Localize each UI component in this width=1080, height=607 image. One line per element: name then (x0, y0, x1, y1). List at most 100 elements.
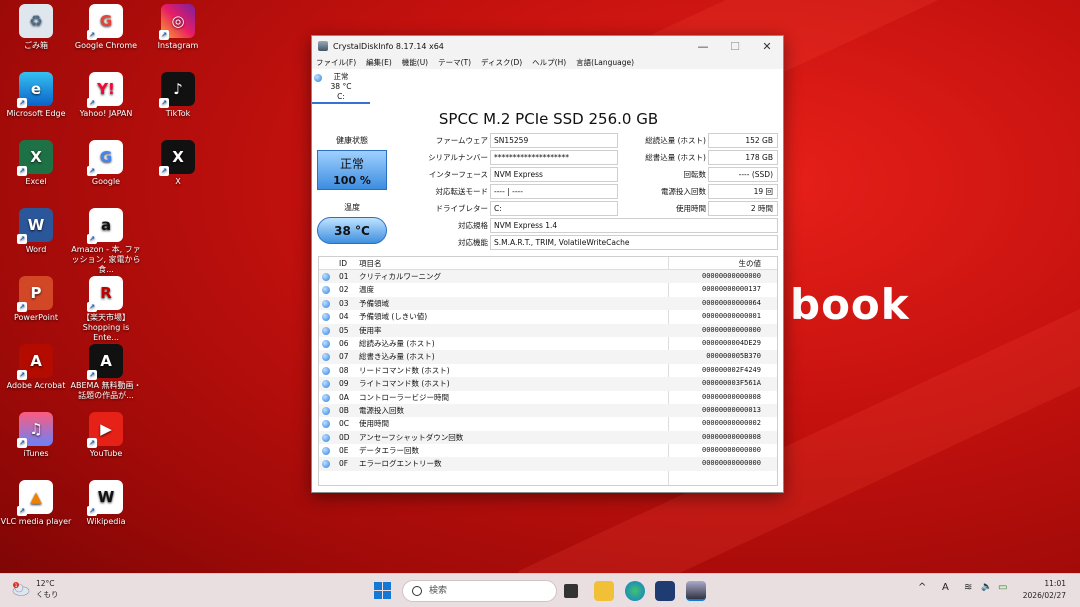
desktop-shortcut-x[interactable]: X ↗ X (142, 140, 214, 187)
youtube-icon: ▶ ↗ (87, 412, 123, 448)
desktop-shortcut-youtube[interactable]: ▶ ↗ YouTube (70, 412, 142, 459)
menu-item-2[interactable]: 機能(U) (402, 57, 428, 68)
edge-taskbar-icon[interactable] (625, 581, 645, 601)
table-row[interactable]: 09 ライトコマンド数 (ホスト) 000000003F561A (319, 377, 777, 391)
tray-chevron-icon[interactable]: ^ (918, 582, 926, 593)
wifi-icon[interactable]: ≋ (964, 582, 972, 593)
desktop-icon-label: ごみ箱 (24, 41, 48, 50)
table-row[interactable]: 01 クリティカルワーニング 00000000000000 (319, 270, 777, 284)
temperature-label: 温度 (344, 203, 360, 212)
shortcut-arrow-icon: ↗ (87, 438, 97, 448)
desktop-shortcut-google[interactable]: G ↗ Google (70, 140, 142, 187)
powerpoint-icon: P ↗ (17, 276, 53, 312)
attr-name: リードコマンド数 (ホスト) (359, 365, 450, 375)
info-value: 178 GB (708, 150, 778, 165)
menu-item-4[interactable]: ディスク(D) (481, 57, 522, 68)
shortcut-arrow-icon: ↗ (17, 370, 27, 380)
header-raw[interactable]: 生の値 (739, 257, 762, 270)
shortcut-arrow-icon: ↗ (159, 98, 169, 108)
shortcut-arrow-icon: ↗ (87, 234, 97, 244)
desktop-shortcut-word[interactable]: W ↗ Word (0, 208, 72, 255)
desktop-shortcut-recycle[interactable]: ♻ ごみ箱 (0, 4, 72, 51)
info-value: 19 回 (708, 184, 778, 199)
shortcut-arrow-icon: ↗ (87, 30, 97, 40)
menu-item-3[interactable]: テーマ(T) (438, 57, 471, 68)
shortcut-arrow-icon: ↗ (87, 98, 97, 108)
desktop-icon-label: Instagram (157, 41, 199, 50)
table-row[interactable]: 05 使用率 00000000000000 (319, 323, 777, 337)
weather-badge: 1 (15, 583, 18, 589)
info-value: NVM Express (490, 167, 618, 182)
start-button[interactable] (374, 582, 391, 599)
shortcut-arrow-icon: ↗ (17, 438, 27, 448)
table-row[interactable]: 0B 電源投入回数 00000000000013 (319, 403, 777, 418)
desktop-shortcut-excel[interactable]: X ↗ Excel (0, 140, 72, 187)
desktop-shortcut-itunes[interactable]: ♫ ↗ iTunes (0, 412, 72, 459)
desktop-shortcut-tiktok[interactable]: ♪ ↗ TikTok (142, 72, 214, 119)
desktop-shortcut-instagram[interactable]: ◎ ↗ Instagram (142, 4, 214, 51)
minimize-button[interactable]: — (687, 40, 719, 53)
store-icon[interactable] (655, 581, 675, 601)
attr-name: クリティカルワーニング (359, 272, 442, 281)
features-label: 対応機能 (458, 238, 488, 247)
taskbar-search[interactable]: 検索 (402, 580, 557, 602)
menu-item-0[interactable]: ファイル(F) (316, 57, 356, 68)
desktop-shortcut-chrome[interactable]: G ↗ Google Chrome (70, 4, 142, 51)
task-view-icon[interactable] (564, 584, 578, 598)
table-row[interactable]: 02 温度 00000000000137 (319, 283, 777, 296)
table-row[interactable]: 08 リードコマンド数 (ホスト) 000000002F4249 (319, 364, 777, 377)
health-status-box[interactable]: 正常 100 % (317, 150, 387, 190)
attr-name: 温度 (359, 285, 374, 295)
file-explorer-icon[interactable] (594, 581, 614, 601)
title-bar[interactable]: CrystalDiskInfo 8.17.14 x64 — ☐ ✕ (312, 36, 783, 56)
attr-id: 05 (339, 325, 349, 335)
temperature-value[interactable]: 38 °C (317, 217, 387, 244)
table-row[interactable]: 06 総読み込み量 (ホスト) 0000000004DE29 (319, 337, 777, 350)
battery-icon[interactable]: ▭ (998, 582, 1007, 593)
attr-id: 07 (339, 352, 349, 362)
table-row[interactable]: 04 予備領域 (しきい値) 00000000000001 (319, 310, 777, 323)
desktop-shortcut-amazon[interactable]: a ↗ Amazon ‐ 本, ファッション, 家電から食... (70, 208, 142, 275)
desktop-shortcut-wikipedia[interactable]: W ↗ Wikipedia (70, 480, 142, 527)
table-row[interactable]: 0D アンセーフシャットダウン回数 00000000000008 (319, 430, 777, 445)
desktop-shortcut-vlc[interactable]: ▲ ↗ VLC media player (0, 480, 72, 527)
status-dot-icon (322, 313, 330, 322)
table-row[interactable]: 0F エラーログエントリー数 00000000000000 (319, 457, 777, 471)
desktop-icon-label: Amazon ‐ 本, ファッション, 家電から食... (71, 245, 141, 274)
menu-item-5[interactable]: ヘルプ(H) (532, 57, 566, 68)
features-value: S.M.A.R.T., TRIM, VolatileWriteCache (490, 235, 778, 250)
attr-id: 04 (339, 312, 349, 322)
menu-item-1[interactable]: 編集(E) (366, 57, 392, 68)
attr-raw: 0000000004DE29 (701, 338, 761, 347)
clock-time: 11:01 (1044, 579, 1066, 588)
volume-icon[interactable]: 🔈 (981, 582, 992, 592)
desktop-shortcut-rakuten[interactable]: R ↗ 【楽天市場】Shopping is Ente... (70, 276, 142, 343)
header-id[interactable]: ID (339, 257, 347, 270)
menu-item-6[interactable]: 言語(Language) (576, 57, 634, 68)
desktop-shortcut-abema[interactable]: A ↗ ABEMA 無料動画・話題の作品が... (70, 344, 142, 401)
taskbar-clock[interactable]: 11:01 2026/02/27 (1023, 578, 1066, 602)
header-name[interactable]: 項目名 (359, 257, 382, 270)
table-row[interactable]: 03 予備領域 00000000000064 (319, 296, 777, 311)
table-row[interactable]: 07 総書き込み量 (ホスト) 000000005B370 (319, 350, 777, 364)
ime-icon[interactable]: A (942, 582, 949, 593)
table-row[interactable]: 0C 使用時間 00000000000002 (319, 417, 777, 430)
attr-raw: 000000002F4249 (701, 365, 761, 374)
vlc-icon: ▲ ↗ (17, 480, 53, 516)
table-row[interactable]: 0A コントローラービジー時間 00000000000008 (319, 391, 777, 404)
disk-tab-c[interactable]: 正常 38 °C C: (312, 70, 370, 104)
desktop-shortcut-powerpoint[interactable]: P ↗ PowerPoint (0, 276, 72, 323)
attr-raw: 00000000000000 (701, 459, 761, 468)
status-dot-icon (322, 380, 330, 389)
word-icon: W ↗ (17, 208, 53, 244)
weather-widget[interactable]: 1 12°C くもり (12, 578, 59, 600)
desktop-shortcut-edge[interactable]: e ↗ Microsoft Edge (0, 72, 72, 119)
desktop-shortcut-yahoo[interactable]: Y! ↗ Yahoo! JAPAN (70, 72, 142, 119)
maximize-button[interactable]: ☐ (719, 40, 751, 53)
smart-attribute-table[interactable]: ID 項目名 生の値 01 クリティカルワーニング 00000000000000 02… (318, 256, 778, 486)
disk-tab-drive: C: (337, 92, 345, 101)
close-button[interactable]: ✕ (751, 40, 783, 53)
desktop-shortcut-acrobat[interactable]: A ↗ Adobe Acrobat (0, 344, 72, 391)
table-row[interactable]: 0E データエラー回数 00000000000000 (319, 444, 777, 457)
crystaldiskinfo-taskbar-icon[interactable] (686, 581, 706, 601)
